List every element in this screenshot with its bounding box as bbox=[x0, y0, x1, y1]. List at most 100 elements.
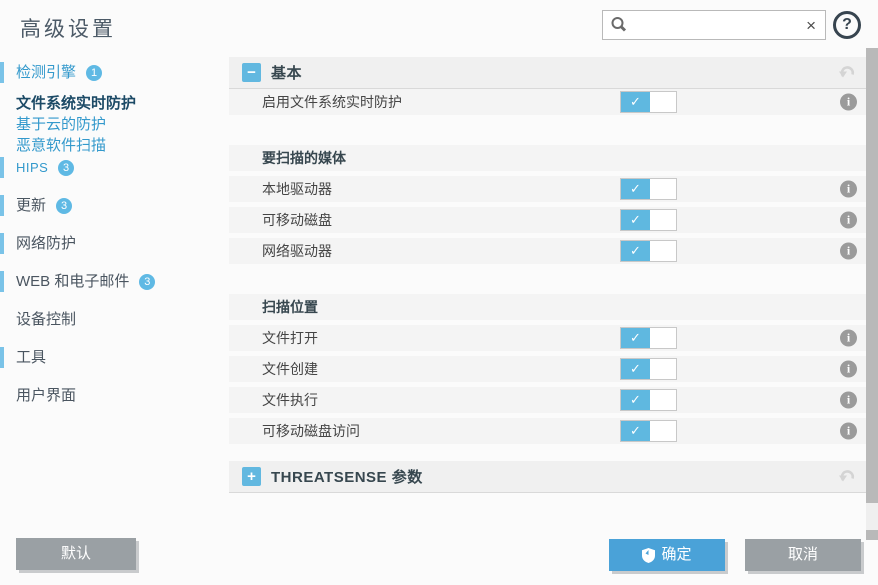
group-indicator-bar bbox=[0, 271, 4, 292]
question-mark-icon: ? bbox=[842, 16, 852, 33]
group-indicator-bar bbox=[0, 347, 4, 368]
info-icon[interactable]: i bbox=[840, 242, 857, 260]
info-icon[interactable]: i bbox=[840, 360, 857, 378]
sidebar: 检测引擎 1 文件系统实时防护 基于云的防护 恶意软件扫描 HIPS 3 更新 3 网络防护 WEB… bbox=[0, 55, 228, 406]
checkmark-icon: ✓ bbox=[621, 359, 650, 379]
default-button[interactable]: 默认 bbox=[16, 538, 136, 570]
settings-panel: − 基本 启用文件系统实时防护 ✓ i 要扫描的媒体 本地驱动器 ✓ i 可移动磁盘 ✓ i 网络驱动器… bbox=[229, 55, 866, 493]
settings-group: 启用文件系统实时防护 ✓ i bbox=[229, 89, 866, 115]
sidebar-item-real-time-file-protection[interactable]: 文件系统实时防护 bbox=[0, 93, 228, 114]
sidebar-item-label: 网络防护 bbox=[16, 235, 77, 252]
sidebar-item-update[interactable]: 更新 3 bbox=[0, 195, 228, 216]
group-indicator-bar bbox=[0, 62, 4, 83]
checkmark-icon: ✓ bbox=[621, 179, 650, 199]
toggle-removable-media-access[interactable]: ✓ bbox=[620, 420, 677, 442]
sidebar-item-malware-scans[interactable]: 恶意软件扫描 bbox=[0, 135, 228, 156]
ok-button[interactable]: 确定 bbox=[609, 539, 725, 571]
changes-count-badge: 3 bbox=[139, 274, 156, 290]
setting-label: 启用文件系统实时防护 bbox=[262, 94, 402, 110]
setting-label: 本地驱动器 bbox=[262, 181, 332, 197]
group-indicator-bar bbox=[0, 195, 4, 216]
help-button[interactable]: ? bbox=[833, 11, 861, 39]
toggle-file-execution[interactable]: ✓ bbox=[620, 389, 677, 411]
sidebar-item-device-control[interactable]: 设备控制 bbox=[0, 309, 228, 330]
sidebar-item-label: 工具 bbox=[16, 349, 47, 366]
changes-count-badge: 1 bbox=[86, 65, 103, 81]
changes-count-badge: 3 bbox=[58, 160, 75, 176]
info-icon[interactable]: i bbox=[840, 211, 857, 229]
sidebar-item-label: 检测引擎 bbox=[16, 64, 77, 81]
setting-label: 文件打开 bbox=[262, 330, 318, 346]
cancel-button[interactable]: 取消 bbox=[745, 539, 861, 571]
checkmark-icon: ✓ bbox=[621, 421, 650, 441]
subheader-row-scan-on: 扫描位置 bbox=[229, 294, 866, 320]
revert-to-default-icon[interactable] bbox=[839, 469, 856, 484]
section-header-basic[interactable]: − 基本 bbox=[229, 57, 866, 89]
setting-row-network-drives: 网络驱动器 ✓ i bbox=[229, 238, 866, 264]
setting-row-file-open: 文件打开 ✓ i bbox=[229, 325, 866, 351]
scrollbar-track[interactable] bbox=[866, 48, 878, 540]
checkmark-icon: ✓ bbox=[621, 92, 650, 112]
checkmark-icon: ✓ bbox=[621, 328, 650, 348]
toggle-enable-real-time-protection[interactable]: ✓ bbox=[620, 91, 677, 113]
section-title: THREATSENSE 参数 bbox=[271, 469, 423, 486]
setting-label: 文件创建 bbox=[262, 361, 318, 377]
setting-row-local-drives: 本地驱动器 ✓ i bbox=[229, 176, 866, 202]
setting-row-file-creation: 文件创建 ✓ i bbox=[229, 356, 866, 382]
info-icon[interactable]: i bbox=[840, 93, 857, 111]
default-button-label: 默认 bbox=[60, 545, 91, 562]
clear-search-icon[interactable]: × bbox=[806, 17, 816, 34]
sidebar-item-label: WEB 和电子邮件 bbox=[16, 273, 130, 290]
sidebar-item-web-and-email[interactable]: WEB 和电子邮件 3 bbox=[0, 271, 228, 292]
checkmark-icon: ✓ bbox=[621, 210, 650, 230]
settings-group: 扫描位置文件打开 ✓ i 文件创建 ✓ i 文件执行 ✓ i 可移动磁盘访问 ✓ i bbox=[229, 294, 866, 444]
setting-label: 扫描位置 bbox=[262, 299, 318, 315]
setting-row-removable-media-access: 可移动磁盘访问 ✓ i bbox=[229, 418, 866, 444]
info-icon[interactable]: i bbox=[840, 422, 857, 440]
checkmark-icon: ✓ bbox=[621, 390, 650, 410]
shield-icon bbox=[642, 547, 656, 563]
setting-row-removable-media: 可移动磁盘 ✓ i bbox=[229, 207, 866, 233]
sidebar-item-user-interface[interactable]: 用户界面 bbox=[0, 385, 228, 406]
ok-button-label: 确定 bbox=[661, 546, 692, 563]
toggle-file-open[interactable]: ✓ bbox=[620, 327, 677, 349]
search-input[interactable] bbox=[632, 16, 807, 34]
sidebar-item-label: 用户界面 bbox=[16, 387, 77, 404]
toggle-network-drives[interactable]: ✓ bbox=[620, 240, 677, 262]
toggle-file-creation[interactable]: ✓ bbox=[620, 358, 677, 380]
toggle-local-drives[interactable]: ✓ bbox=[620, 178, 677, 200]
revert-to-default-icon[interactable] bbox=[839, 65, 856, 80]
sidebar-item-detection-engine[interactable]: 检测引擎 1 bbox=[0, 62, 228, 83]
setting-label: 网络驱动器 bbox=[262, 243, 332, 259]
search-box: × bbox=[602, 10, 826, 40]
sidebar-item-network-protection[interactable]: 网络防护 bbox=[0, 233, 228, 254]
settings-group: 要扫描的媒体 本地驱动器 ✓ i 可移动磁盘 ✓ i 网络驱动器 ✓ i bbox=[229, 145, 866, 264]
section-basic: − 基本 启用文件系统实时防护 ✓ i 要扫描的媒体 本地驱动器 ✓ i 可移动磁盘 ✓ i 网络驱动器… bbox=[229, 57, 866, 444]
sidebar-item-label: HIPS bbox=[16, 160, 49, 175]
toggle-removable-media[interactable]: ✓ bbox=[620, 209, 677, 231]
sidebar-item-label: 设备控制 bbox=[16, 311, 77, 328]
expand-icon[interactable]: + bbox=[242, 467, 261, 486]
info-icon[interactable]: i bbox=[840, 329, 857, 347]
info-icon[interactable]: i bbox=[840, 391, 857, 409]
scrollbar-thumb[interactable] bbox=[866, 48, 878, 503]
sidebar-item-tools[interactable]: 工具 bbox=[0, 347, 228, 368]
subheader-row-media-to-scan: 要扫描的媒体 bbox=[229, 145, 866, 171]
section-header-threatsense[interactable]: + THREATSENSE 参数 bbox=[229, 461, 866, 493]
scrollbar-corner bbox=[866, 530, 878, 540]
section-threatsense: + THREATSENSE 参数 bbox=[229, 461, 866, 493]
setting-label: 文件执行 bbox=[262, 392, 318, 408]
info-icon[interactable]: i bbox=[840, 180, 857, 198]
page-title: 高级设置 bbox=[20, 18, 116, 41]
section-title: 基本 bbox=[271, 65, 303, 82]
search-icon bbox=[610, 16, 628, 34]
sidebar-item-label: 更新 bbox=[16, 197, 47, 214]
checkmark-icon: ✓ bbox=[621, 241, 650, 261]
setting-label: 可移动磁盘访问 bbox=[262, 423, 360, 439]
collapse-icon[interactable]: − bbox=[242, 63, 261, 82]
setting-row-enable-real-time-protection: 启用文件系统实时防护 ✓ i bbox=[229, 89, 866, 115]
setting-label: 要扫描的媒体 bbox=[262, 150, 346, 166]
sidebar-item-label: 基于云的防护 bbox=[16, 116, 107, 133]
sidebar-item-cloud-based-protection[interactable]: 基于云的防护 bbox=[0, 114, 228, 135]
sidebar-item-hips[interactable]: HIPS 3 bbox=[0, 157, 228, 178]
